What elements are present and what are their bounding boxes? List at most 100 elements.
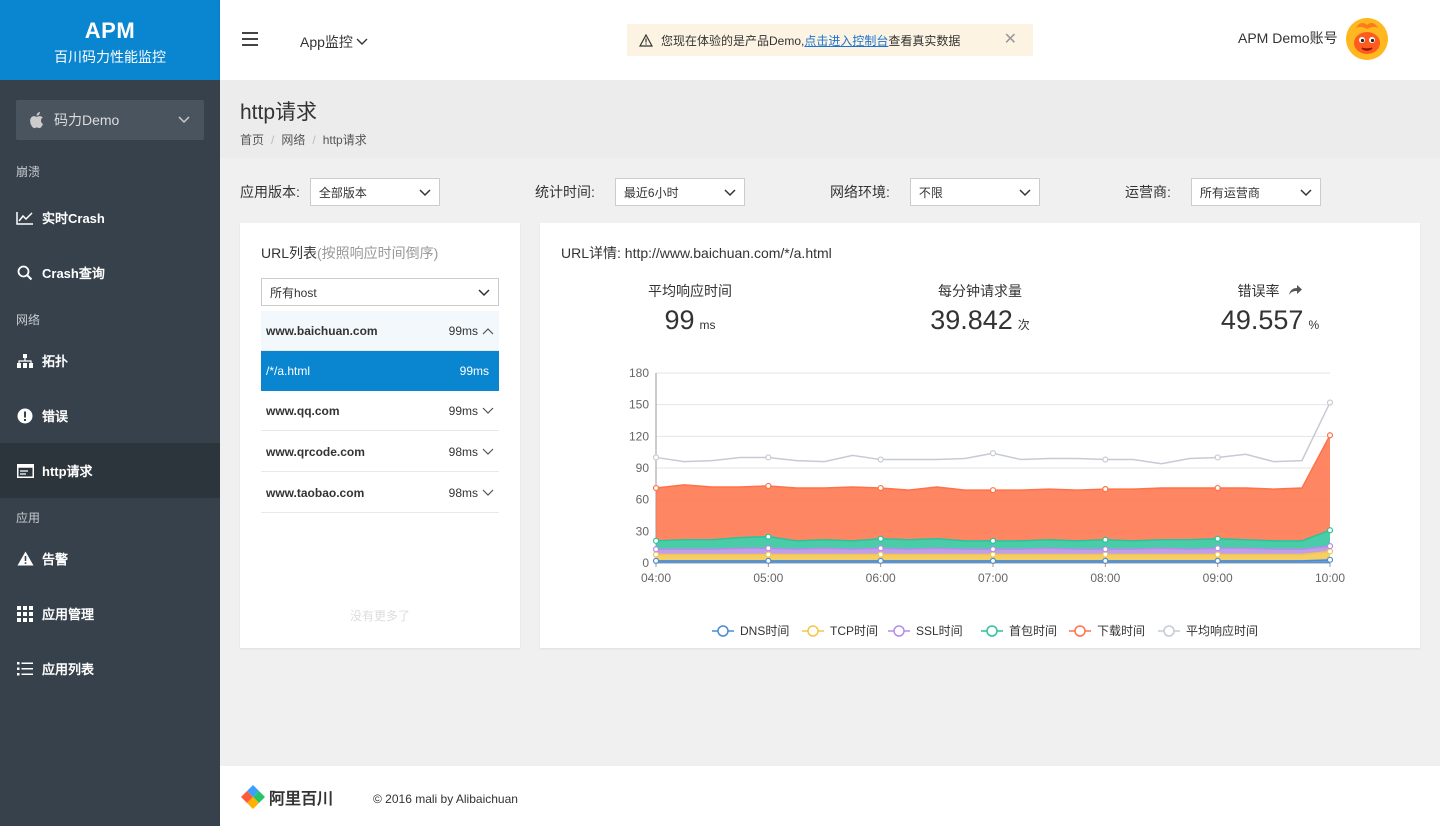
x-tick-label: 05:00 (753, 571, 783, 585)
app-version-select[interactable]: 全部版本 (309, 178, 440, 206)
logo-text: 阿里百川 (269, 791, 334, 808)
app-monitor-label: App监控 (300, 34, 353, 50)
point-TCP时间 (877, 551, 884, 558)
sidebar-item-label: 应用列表 (42, 662, 95, 677)
point-DNS时间 (1214, 557, 1221, 564)
sidebar-item-topology[interactable]: 拓扑 (0, 333, 220, 388)
account-name[interactable]: APM Demo账号 (1238, 28, 1338, 48)
alibaichuan-logo[interactable]: 阿里百川 (240, 784, 333, 810)
y-tick-label: 90 (636, 461, 650, 475)
x-tick-label: 08:00 (1090, 571, 1120, 585)
network-select[interactable]: 不限 (909, 178, 1040, 206)
sidebar-item-realtime-crash[interactable]: 实时Crash (0, 190, 220, 245)
sidebar: APM 百川码力性能监控 码力Demo 崩溃 实时Crash Crash查询 网… (0, 0, 220, 826)
demo-notice: 您现在体验的是产品Demo, 点击进入控制台 查看真实数据 ✕ (627, 24, 1033, 56)
host-filter-select[interactable]: 所有host (261, 278, 499, 306)
select-value: 所有host (270, 285, 317, 300)
x-tick-label: 07:00 (978, 571, 1008, 585)
footer: 阿里百川 © 2016 mali by Alibaichuan (220, 766, 1440, 826)
legend-label: DNS时间 (740, 624, 789, 638)
point-首包时间 (1214, 535, 1221, 542)
url-path: /*/a.html (266, 364, 311, 378)
host-row[interactable]: www.taobao.com 98ms (261, 473, 499, 513)
sidebar-item-label: http请求 (42, 464, 93, 479)
sidebar-item-http-requests[interactable]: http请求 (0, 443, 220, 498)
legend-marker (986, 625, 998, 637)
y-tick-label: 60 (636, 493, 650, 507)
sidebar-item-label: 错误 (42, 409, 69, 424)
carrier-select[interactable]: 所有运营商 (1190, 178, 1321, 206)
host-name: www.baichuan.com (266, 323, 378, 338)
line-下载时间 (655, 434, 1331, 491)
point-下载时间 (877, 484, 884, 492)
host-row[interactable]: www.baichuan.com 99ms (261, 311, 499, 351)
hamburger-menu-icon[interactable] (242, 32, 258, 46)
point-下载时间 (765, 482, 772, 490)
nav-section-app: 应用 (16, 511, 41, 525)
breadcrumb-network[interactable]: 网络 (281, 133, 305, 147)
point-下载时间 (1214, 484, 1221, 492)
point-SSL时间 (1326, 543, 1334, 550)
breadcrumb: 首页 / 网络 / http请求 (240, 133, 367, 147)
point-SSL时间 (1214, 545, 1221, 552)
breadcrumb-current: http请求 (322, 133, 367, 147)
app-monitor-menu[interactable]: App监控 (300, 32, 368, 52)
apple-icon (30, 112, 43, 129)
line-chart-icon (16, 209, 34, 227)
breadcrumb-home[interactable]: 首页 (240, 133, 264, 147)
host-row[interactable]: www.qrcode.com 98ms (261, 432, 499, 472)
filter-carrier: 运营商: 所有运营商 (1125, 178, 1321, 206)
sidebar-item-label: 告警 (42, 552, 69, 567)
close-icon[interactable]: ✕ (1004, 32, 1017, 48)
time-range-select[interactable]: 最近6小时 (614, 178, 745, 206)
point-平均响应时间 (989, 450, 997, 457)
point-首包时间 (989, 537, 997, 544)
point-首包时间 (1326, 527, 1334, 534)
point-TCP时间 (989, 551, 997, 558)
y-tick-label: 30 (636, 524, 650, 538)
brand-title: APM (84, 18, 136, 43)
point-首包时间 (1102, 536, 1109, 543)
point-SSL时间 (1102, 546, 1109, 553)
nav-section-network: 网络 (16, 313, 41, 327)
host-row[interactable]: www.qq.com 99ms (261, 391, 499, 431)
console-link[interactable]: 点击进入控制台 (804, 32, 888, 49)
brand[interactable]: APM 百川码力性能监控 (0, 0, 220, 80)
page-title: http请求 (240, 101, 318, 124)
x-tick-label: 10:00 (1315, 571, 1345, 585)
url-list-title: URL列表(按照响应时间倒序) (261, 243, 438, 263)
chevron-down-icon (724, 189, 736, 197)
select-value: 最近6小时 (623, 185, 679, 200)
sidebar-item-crash-query[interactable]: Crash查询 (0, 245, 220, 300)
warning-icon (639, 33, 653, 47)
url-list-panel: URL列表(按照响应时间倒序) 所有host www.baichuan.com … (240, 223, 520, 648)
top-header: App监控 您现在体验的是产品Demo, 点击进入控制台 查看真实数据 ✕ AP… (220, 0, 1440, 80)
response-time-chart: 0 30 60 90 120 150 180 04:00 05:00 06:00 07:00 08:0… (629, 366, 1345, 638)
alibaichuan-logo-icon (241, 785, 265, 809)
chevron-down-icon (478, 289, 490, 297)
host-name: www.taobao.com (266, 485, 365, 500)
browser-window-icon (16, 462, 34, 480)
sidebar-item-alarms[interactable]: 告警 (0, 531, 220, 586)
url-path-row-selected[interactable]: /*/a.html 99ms (261, 351, 499, 391)
sidebar-item-app-list[interactable]: 应用列表 (0, 641, 220, 696)
chevron-down-icon (1300, 189, 1312, 197)
filter-bar: 应用版本: 全部版本 统计时间: 最近6小时 网络环境: 不限 运营商: 所有运… (220, 158, 1440, 222)
alert-circle-icon (16, 407, 34, 425)
legend-marker (717, 625, 729, 637)
point-SSL时间 (989, 546, 997, 553)
point-DNS时间 (652, 557, 660, 564)
sidebar-item-label: Crash查询 (42, 266, 105, 281)
sidebar-item-errors[interactable]: 错误 (0, 388, 220, 443)
filter-label: 运营商: (1125, 184, 1171, 200)
point-平均响应时间 (1326, 399, 1334, 406)
y-tick-label: 180 (629, 366, 649, 380)
x-tick-label: 04:00 (641, 571, 671, 585)
avatar[interactable] (1346, 18, 1388, 60)
point-DNS时间 (765, 557, 772, 564)
url-path-ms: 99ms (459, 364, 489, 378)
sidebar-item-app-management[interactable]: 应用管理 (0, 586, 220, 641)
app-selector[interactable]: 码力Demo (16, 100, 204, 140)
sidebar-item-label: 拓扑 (42, 354, 69, 369)
brand-subtitle: 百川码力性能监控 (54, 49, 166, 65)
